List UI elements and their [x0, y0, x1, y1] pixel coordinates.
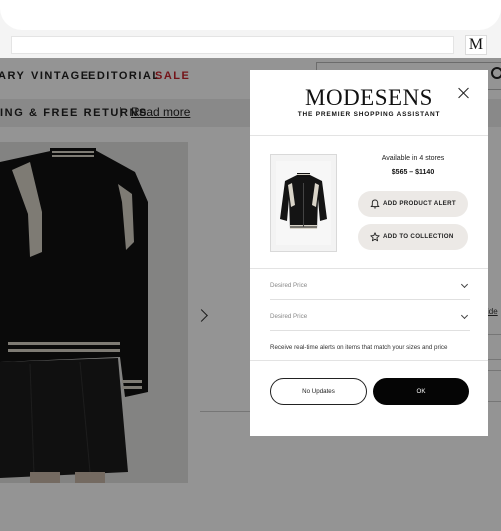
modesens-tagline: THE PREMIER SHOPPING ASSISTANT: [297, 111, 441, 118]
add-to-collection-label: ADD TO COLLECTION: [383, 233, 454, 240]
desired-price-select-2[interactable]: Desired Price: [270, 300, 470, 331]
desired-price-label: Desired Price: [270, 282, 308, 289]
browser-tab-strip: [0, 0, 501, 30]
add-product-alert-label: ADD PRODUCT ALERT: [383, 200, 456, 207]
divider: [250, 360, 488, 361]
address-bar[interactable]: [11, 36, 454, 54]
close-icon[interactable]: [456, 85, 472, 101]
ok-button[interactable]: OK: [373, 378, 469, 405]
desired-price-label: Desired Price: [270, 313, 308, 320]
browser-chrome: M: [0, 0, 501, 58]
no-updates-button[interactable]: No Updates: [270, 378, 367, 405]
alert-info-text: Receive real-time alerts on items that m…: [270, 344, 448, 351]
availability-text: Available in 4 stores: [381, 155, 445, 162]
bell-icon: [370, 199, 380, 209]
modesens-modal: MODESENS THE PREMIER SHOPPING ASSISTANT …: [250, 70, 488, 436]
star-icon: [370, 232, 380, 242]
desired-price-select-1[interactable]: Desired Price: [270, 269, 470, 300]
price-range: $565 – $1140: [391, 169, 435, 176]
add-product-alert-button[interactable]: ADD PRODUCT ALERT: [358, 191, 468, 217]
chevron-down-icon: [460, 311, 469, 320]
divider: [250, 135, 488, 136]
add-to-collection-button[interactable]: ADD TO COLLECTION: [358, 224, 468, 250]
chevron-down-icon: [460, 280, 469, 289]
product-thumbnail: [270, 154, 337, 252]
modesens-logo: MODESENS: [305, 85, 433, 110]
modesens-extension-icon[interactable]: M: [465, 35, 487, 55]
jacket-thumbnail-image: [276, 161, 331, 245]
